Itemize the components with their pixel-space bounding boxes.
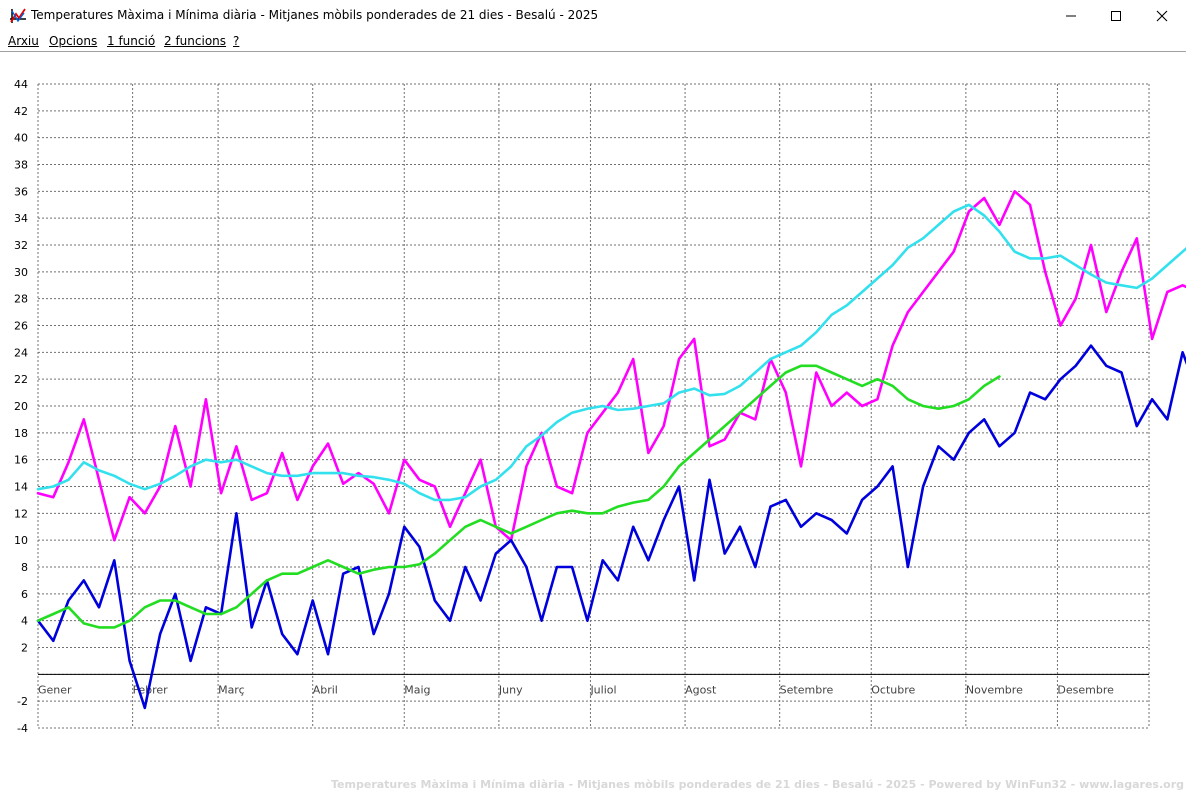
y-tick-label: 18 bbox=[14, 427, 28, 440]
menu-help[interactable]: ? bbox=[233, 34, 239, 48]
y-tick-label: 6 bbox=[21, 588, 28, 601]
minimize-button[interactable] bbox=[1048, 0, 1094, 31]
y-tick-label: 38 bbox=[14, 159, 28, 172]
y-tick-label: 34 bbox=[14, 212, 28, 225]
y-tick-label: 4 bbox=[21, 615, 28, 628]
month-label: Juny bbox=[498, 683, 523, 696]
month-label: Gener bbox=[38, 683, 72, 696]
y-tick-label: 30 bbox=[14, 266, 28, 279]
y-tick-label: 14 bbox=[14, 481, 28, 494]
y-tick-label: 20 bbox=[14, 400, 28, 413]
y-tick-label: 28 bbox=[14, 293, 28, 306]
menu-1-funcio[interactable]: 1 funció bbox=[107, 34, 155, 48]
minimize-icon bbox=[1066, 15, 1076, 16]
month-label: Juliol bbox=[589, 683, 616, 696]
y-tick-label: 32 bbox=[14, 239, 28, 252]
y-tick-label: 2 bbox=[21, 642, 28, 655]
y-tick-label: -4 bbox=[17, 722, 28, 735]
y-tick-label: 36 bbox=[14, 185, 28, 198]
y-tick-label: 8 bbox=[21, 561, 28, 574]
month-label: Abril bbox=[313, 683, 338, 696]
month-label: Setembre bbox=[780, 683, 834, 696]
menu-arxiu[interactable]: Arxiu bbox=[8, 34, 39, 48]
y-tick-label: 12 bbox=[14, 507, 28, 520]
month-label: Maig bbox=[404, 683, 430, 696]
maximize-icon bbox=[1111, 10, 1121, 21]
y-tick-label: -2 bbox=[17, 695, 28, 708]
y-tick-label: 40 bbox=[14, 132, 28, 145]
close-icon bbox=[1156, 10, 1168, 21]
menu-bar: Arxiu Opcions 1 funció 2 funcions ? bbox=[0, 31, 1186, 51]
footer-caption: Temperatures Màxima i Mínima diària - Mi… bbox=[331, 778, 1184, 791]
y-tick-label: 10 bbox=[14, 534, 28, 547]
series-line-min-avg bbox=[36, 364, 1001, 629]
function-plot-icon bbox=[10, 8, 26, 23]
month-label: Novembre bbox=[966, 683, 1023, 696]
title-bar: Temperatures Màxima i Mínima diària - Mi… bbox=[0, 0, 1186, 31]
menu-opcions[interactable]: Opcions bbox=[49, 34, 97, 48]
y-tick-label: 44 bbox=[14, 78, 28, 91]
month-label: Octubre bbox=[871, 683, 915, 696]
y-tick-label: 22 bbox=[14, 373, 28, 386]
window-title: Temperatures Màxima i Mínima diària - Mi… bbox=[31, 8, 599, 22]
maximize-button[interactable] bbox=[1093, 0, 1139, 31]
month-label: Agost bbox=[685, 683, 717, 696]
month-label: Març bbox=[218, 683, 245, 696]
chart-area: -4 -2 2 4 6 8 10 12 14 16 18 20 22 24 26 28 30 32 34 36 38 40… bbox=[0, 51, 1186, 793]
close-button[interactable] bbox=[1139, 0, 1185, 31]
y-tick-label: 42 bbox=[14, 105, 28, 118]
y-tick-label: 26 bbox=[14, 320, 28, 333]
temperature-chart: -4-2246810121416182022242628303234363840… bbox=[14, 78, 1186, 735]
y-tick-label: 24 bbox=[14, 346, 28, 359]
menu-2-funcions[interactable]: 2 funcions bbox=[164, 34, 226, 48]
y-tick-label: 16 bbox=[14, 454, 28, 467]
month-label: Desembre bbox=[1057, 683, 1114, 696]
series-line-max bbox=[36, 190, 1186, 542]
